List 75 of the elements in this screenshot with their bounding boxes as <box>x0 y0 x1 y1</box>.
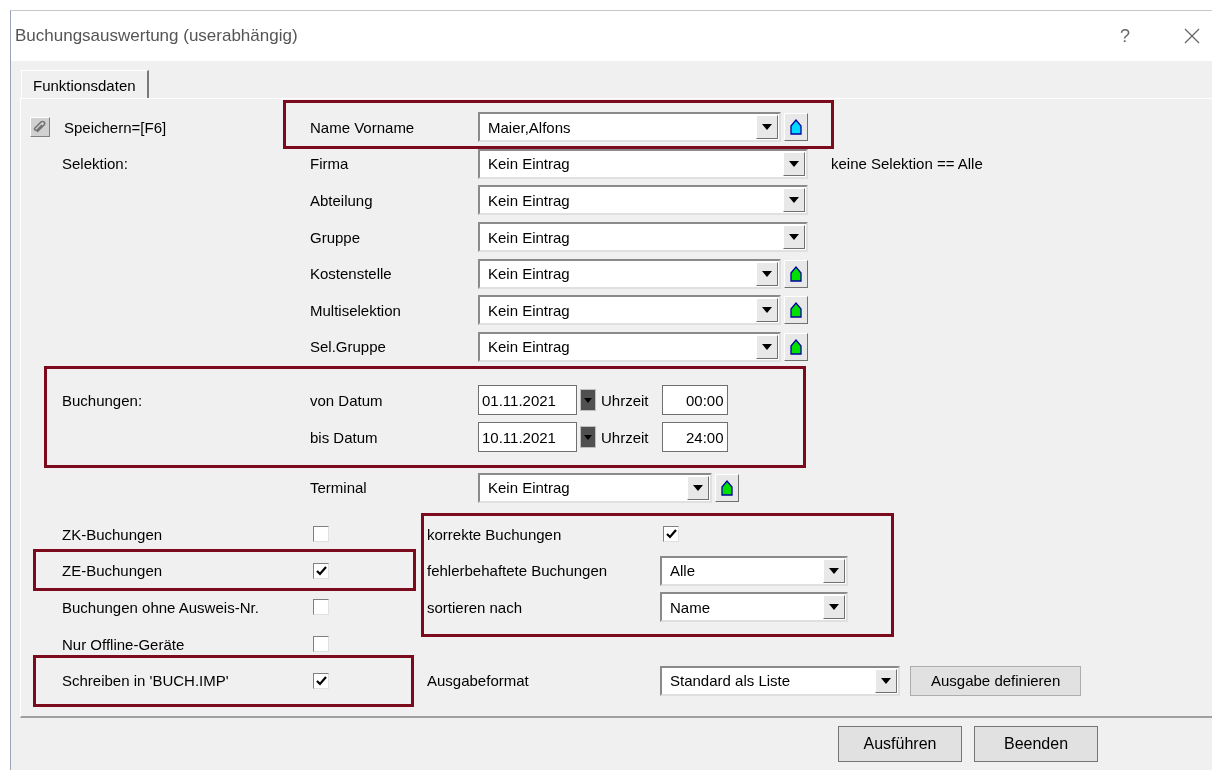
caret-icon <box>762 270 772 277</box>
paperclip-icon <box>33 120 47 135</box>
dropdown[interactable]: Alle <box>660 555 848 586</box>
field-label: Gruppe <box>310 228 362 246</box>
window-title: Buchungsauswertung (userabhängig) <box>15 26 299 46</box>
field-label: Terminal <box>310 479 368 497</box>
caret-icon <box>789 160 799 167</box>
field-label: Uhrzeit <box>601 391 649 409</box>
caret-icon <box>789 234 799 241</box>
dropdown[interactable]: Kein Eintrag <box>478 472 712 503</box>
caret-icon <box>584 397 592 403</box>
field-label: von Datum <box>310 391 384 409</box>
define-output-button[interactable]: Ausgabe definieren <box>910 665 1082 696</box>
option-label: Ausgabeformat <box>427 672 530 690</box>
option-label: Schreiben in 'BUCH.IMP' <box>61 672 230 690</box>
field-label: Sel.Gruppe <box>310 338 387 356</box>
time-field[interactable]: 24:00 <box>661 422 728 453</box>
field-label: Firma <box>310 155 350 173</box>
dialog-button[interactable]: Beenden <box>974 726 1098 762</box>
help-button[interactable]: ? <box>1120 25 1130 47</box>
date-field[interactable]: 01.11.2021 <box>478 385 577 416</box>
date-picker-button[interactable] <box>580 426 596 449</box>
dropdown[interactable]: Maier,Alfons <box>478 112 781 143</box>
caret-icon <box>762 124 772 131</box>
option-label: ZE-Buchungen <box>61 562 164 580</box>
option-label: Nur Offline-Geräte <box>61 635 186 653</box>
field-label: bis Datum <box>310 428 379 446</box>
dialog-button[interactable]: Ausführen <box>838 726 962 762</box>
date-picker-button[interactable] <box>580 389 596 412</box>
section-label: Selektion: <box>61 155 128 173</box>
hint-text: keine Selektion == Alle <box>831 155 983 173</box>
dropdown[interactable]: Standard als Liste <box>660 665 900 696</box>
tab[interactable]: Funktionsdaten <box>21 70 149 99</box>
save-shortcut-label: Speichern=[F6] <box>64 118 167 136</box>
section-label: Buchungen: <box>61 391 143 409</box>
option-label: Buchungen ohne Ausweis-Nr. <box>61 598 260 616</box>
time-field[interactable]: 00:00 <box>661 385 728 416</box>
save-button[interactable] <box>30 117 50 138</box>
close-icon[interactable] <box>1184 28 1200 44</box>
lookup-button[interactable] <box>784 259 808 288</box>
dropdown[interactable]: Kein Eintrag <box>478 258 781 289</box>
lookup-button[interactable] <box>715 473 739 502</box>
dropdown[interactable]: Kein Eintrag <box>478 222 808 253</box>
caret-icon <box>829 567 839 574</box>
dropdown[interactable]: Kein Eintrag <box>478 331 781 362</box>
checkbox[interactable] <box>313 636 329 652</box>
dropdown[interactable]: Kein Eintrag <box>478 295 781 326</box>
checkbox[interactable] <box>313 599 329 616</box>
dropdown[interactable]: Kein Eintrag <box>478 185 808 216</box>
option-label: fehlerbehaftete Buchungen <box>427 562 609 580</box>
lookup-button[interactable] <box>784 113 808 142</box>
field-label: Kostenstelle <box>310 265 393 283</box>
field-label: Multiselektion <box>310 301 402 319</box>
caret-icon <box>789 197 799 204</box>
checkbox[interactable] <box>313 562 329 579</box>
caret-icon <box>762 343 772 350</box>
checkbox[interactable] <box>663 526 679 543</box>
caret-icon <box>762 307 772 314</box>
dropdown[interactable]: Kein Eintrag <box>478 148 808 179</box>
checkbox[interactable] <box>313 672 329 689</box>
caret-icon <box>584 434 592 440</box>
caret-icon <box>881 677 891 684</box>
field-label: Name Vorname <box>310 118 416 136</box>
checkbox[interactable] <box>313 526 329 543</box>
field-label: Abteilung <box>310 192 374 209</box>
option-label: ZK-Buchungen <box>61 525 164 543</box>
option-label: korrekte Buchungen <box>427 525 563 543</box>
caret-icon <box>829 604 839 611</box>
lookup-button[interactable] <box>784 332 808 361</box>
caret-icon <box>693 484 703 491</box>
date-field[interactable]: 10.11.2021 <box>478 422 577 453</box>
option-label: sortieren nach <box>427 598 524 616</box>
dropdown[interactable]: Name <box>660 592 848 623</box>
lookup-button[interactable] <box>784 296 808 325</box>
field-label: Uhrzeit <box>601 428 649 446</box>
